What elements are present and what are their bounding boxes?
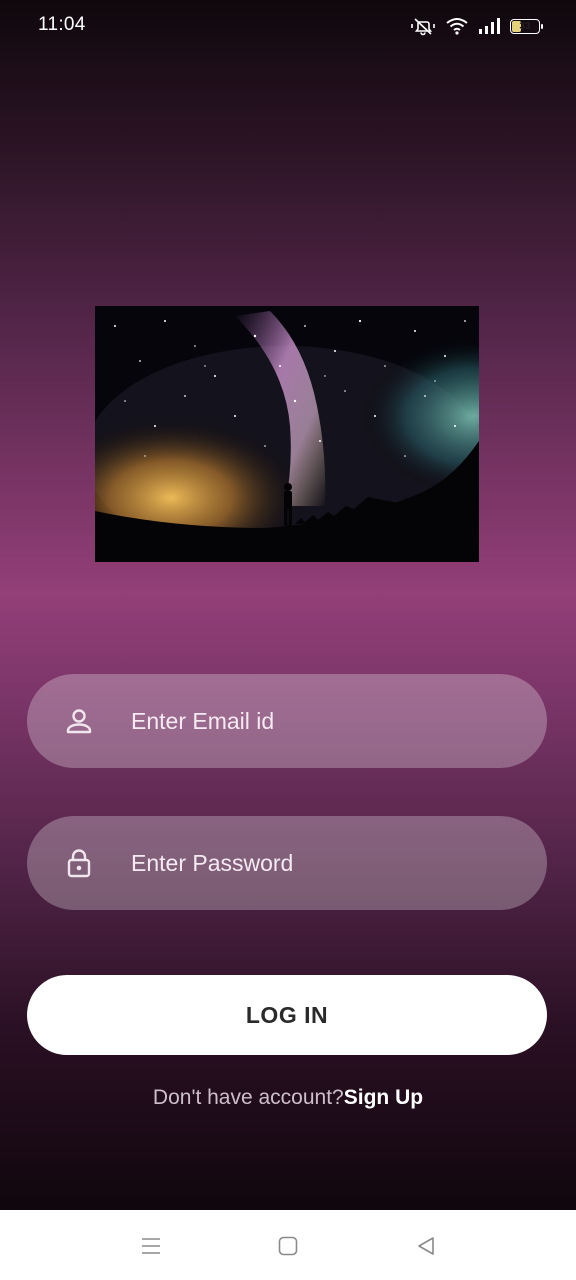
signup-prompt: Don't have account? bbox=[152, 1086, 344, 1109]
email-field[interactable] bbox=[27, 674, 547, 768]
person-icon bbox=[64, 706, 94, 736]
back-icon[interactable] bbox=[412, 1232, 440, 1260]
password-input[interactable] bbox=[131, 816, 517, 910]
status-bar: 11:04 33 bbox=[0, 0, 576, 52]
mute-vibrate-icon bbox=[410, 16, 436, 36]
status-time: 11:04 bbox=[38, 14, 86, 35]
milky-way-image bbox=[95, 306, 479, 562]
signup-link[interactable]: Sign Up bbox=[344, 1086, 423, 1109]
wifi-icon bbox=[446, 17, 468, 35]
menu-icon[interactable] bbox=[137, 1232, 165, 1260]
login-button[interactable]: LOG IN bbox=[27, 975, 547, 1055]
email-input[interactable] bbox=[131, 674, 517, 768]
signal-icon bbox=[478, 17, 500, 35]
lock-icon bbox=[64, 848, 94, 878]
signup-row: Don't have account?Sign Up bbox=[0, 1086, 576, 1110]
home-icon[interactable] bbox=[274, 1232, 302, 1260]
login-screen: 11:04 33 Enter Email id LOG IN Don't hav… bbox=[0, 0, 576, 1210]
status-icons: 33 bbox=[410, 14, 543, 38]
navigation-bar bbox=[0, 1210, 576, 1280]
battery-icon: 33 bbox=[510, 18, 543, 34]
battery-level: 33 bbox=[519, 20, 531, 32]
password-field[interactable] bbox=[27, 816, 547, 910]
